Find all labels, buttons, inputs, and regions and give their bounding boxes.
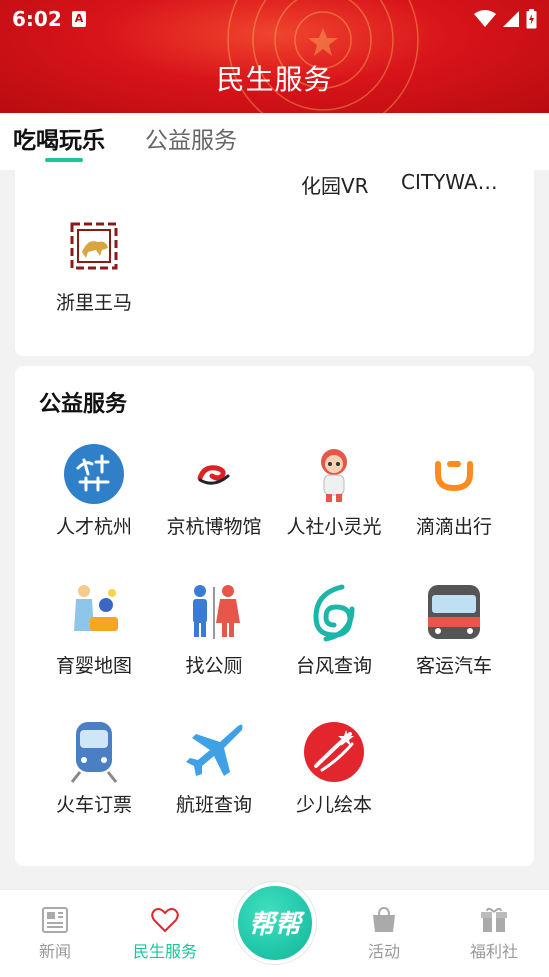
museum-icon bbox=[197, 465, 230, 485]
service-label: 航班查询 bbox=[175, 794, 252, 816]
service-label: 客运汽车 bbox=[415, 655, 492, 677]
nursing-map-icon bbox=[74, 585, 118, 631]
service-label: 浙里王马 bbox=[55, 292, 132, 314]
train-icon bbox=[70, 722, 118, 783]
battery-icon bbox=[526, 9, 537, 29]
service-label: 少儿绘本 bbox=[295, 794, 372, 816]
service-item-mascot[interactable]: 人社小灵光 bbox=[274, 442, 394, 539]
service-label: 京杭博物馆 bbox=[166, 516, 262, 538]
service-item-zheli-wangma[interactable]: 浙里王马 bbox=[34, 218, 154, 315]
service-label: 育婴地图 bbox=[55, 655, 132, 677]
didi-icon bbox=[435, 461, 473, 492]
typhoon-icon bbox=[313, 584, 355, 642]
signal-icon bbox=[503, 11, 519, 27]
nav-item-activities[interactable]: 活动 bbox=[334, 906, 434, 962]
gift-icon bbox=[481, 907, 507, 932]
service-item-typhoon[interactable]: 台风查询 bbox=[274, 581, 394, 678]
nav-item-welfare[interactable]: 福利社 bbox=[444, 906, 544, 962]
service-label-partial[interactable]: CITYWA… bbox=[401, 170, 498, 194]
service-item-talent-hangzhou[interactable]: 人才杭州 bbox=[34, 442, 154, 539]
service-label: 找公厕 bbox=[185, 655, 243, 677]
nav-label: 新闻 bbox=[38, 942, 71, 961]
talent-hangzhou-icon bbox=[64, 444, 124, 504]
service-label-partial[interactable]: 化园VR bbox=[301, 170, 369, 199]
service-item-museum[interactable]: 京杭博物馆 bbox=[154, 442, 274, 539]
active-tab-indicator bbox=[45, 158, 83, 162]
nav-item-news[interactable]: 新闻 bbox=[5, 906, 105, 962]
service-item-nursing-map[interactable]: 育婴地图 bbox=[34, 581, 154, 678]
service-label: 人才杭州 bbox=[55, 516, 132, 538]
toilet-icon bbox=[193, 585, 240, 639]
bag-icon bbox=[373, 906, 395, 932]
service-item-train[interactable]: 火车订票 bbox=[34, 720, 154, 817]
service-item-toilet[interactable]: 找公厕 bbox=[154, 581, 274, 678]
status-bar: 6:02 A bbox=[0, 0, 549, 38]
wifi-icon bbox=[474, 10, 496, 27]
notification-icon: A bbox=[72, 11, 86, 27]
newspaper-icon bbox=[42, 907, 68, 933]
public-services-card: 公益服务 人才杭州 京杭博物馆 人社小灵光 滴滴出行 育婴地图 找公厕 台风查询… bbox=[15, 366, 534, 866]
bus-icon bbox=[428, 585, 480, 639]
help-button-label: 帮帮 bbox=[248, 910, 301, 940]
category-tabs: 吃喝玩乐 公益服务 bbox=[0, 113, 549, 170]
picture-book-icon bbox=[304, 722, 364, 782]
service-item-didi[interactable]: 滴滴出行 bbox=[394, 442, 514, 539]
tab-eat-drink-play[interactable]: 吃喝玩乐 bbox=[13, 121, 105, 155]
service-item-picture-book[interactable]: 少儿绘本 bbox=[274, 720, 394, 817]
status-time: 6:02 bbox=[12, 7, 62, 31]
service-label: 人社小灵光 bbox=[286, 516, 382, 538]
page-title: 民生服务 bbox=[216, 63, 333, 96]
service-item-bus[interactable]: 客运汽车 bbox=[394, 581, 514, 678]
plane-icon bbox=[186, 724, 243, 776]
zheli-wangma-icon bbox=[70, 222, 118, 270]
tab-public-service[interactable]: 公益服务 bbox=[145, 121, 237, 155]
nav-label: 民生服务 bbox=[132, 942, 197, 961]
leisure-services-card: 化园VR CITYWA… 浙里王马 bbox=[15, 170, 534, 356]
app-header: 6:02 A 民生服务 bbox=[0, 0, 549, 113]
service-label: 火车订票 bbox=[55, 794, 132, 816]
service-label: 台风查询 bbox=[295, 655, 372, 677]
service-label: 滴滴出行 bbox=[415, 516, 492, 538]
help-center-button[interactable]: 帮帮 bbox=[234, 882, 316, 964]
nav-label: 活动 bbox=[367, 942, 400, 961]
nav-item-livelihood-services[interactable]: 民生服务 bbox=[115, 906, 215, 962]
mascot-icon bbox=[321, 449, 347, 502]
heart-icon bbox=[151, 908, 179, 933]
nav-label: 福利社 bbox=[469, 942, 518, 961]
service-item-flight[interactable]: 航班查询 bbox=[154, 720, 274, 817]
section-title: 公益服务 bbox=[39, 392, 128, 417]
